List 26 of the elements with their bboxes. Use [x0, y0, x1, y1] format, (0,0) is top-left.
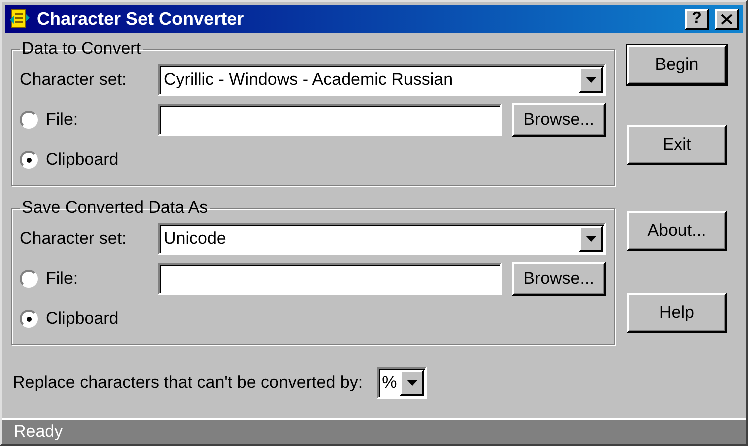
group-title: Save Converted Data As [21, 198, 210, 218]
help-button[interactable]: ? [685, 8, 709, 30]
field-label: Character set: [20, 70, 128, 90]
radio-button[interactable]: Clipboard [20, 309, 158, 329]
status-text: Ready [14, 422, 64, 442]
group-title: Data to Convert [21, 39, 142, 59]
app-icon [9, 8, 31, 30]
close-icon [721, 14, 733, 24]
browse-button[interactable]: Browse... [512, 262, 606, 296]
command-button[interactable]: About... [627, 211, 727, 251]
radio-button[interactable]: Clipboard [20, 150, 158, 170]
file-input[interactable] [158, 104, 502, 136]
character-set-dropdown[interactable]: Unicode [158, 223, 606, 255]
radio-button[interactable]: File: [20, 269, 158, 289]
character-set-dropdown[interactable]: Cyrillic - Windows - Academic Russian [158, 64, 606, 96]
command-button[interactable]: Exit [627, 125, 727, 165]
command-button[interactable]: Begin [627, 45, 727, 85]
field-label: Character set: [20, 229, 128, 249]
replace-character-dropdown[interactable]: % [377, 367, 428, 399]
radio-button[interactable]: File: [20, 110, 158, 130]
browse-button[interactable]: Browse... [512, 103, 606, 137]
replace-label: Replace characters that can't be converted by: [13, 373, 364, 393]
command-button[interactable]: Help [627, 293, 727, 333]
file-input[interactable] [158, 263, 502, 295]
window-title: Character Set Converter [37, 8, 246, 30]
close-button[interactable] [715, 8, 739, 30]
